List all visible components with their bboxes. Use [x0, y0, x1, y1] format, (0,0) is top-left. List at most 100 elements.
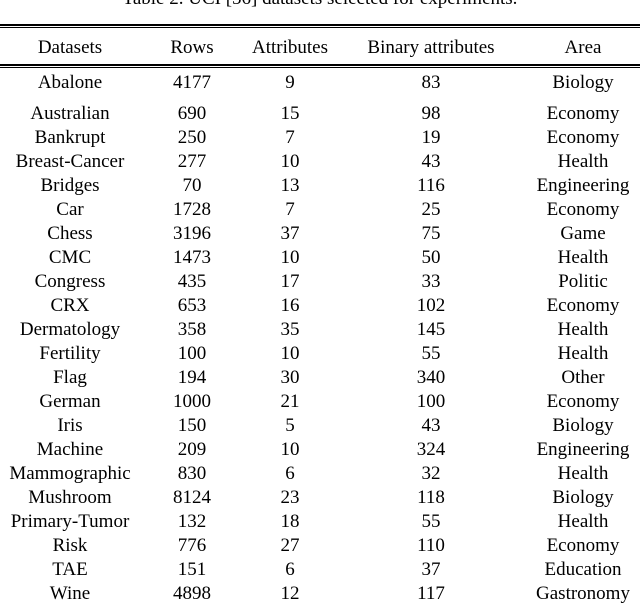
table-row: CRX 653 16 102 Economy — [0, 294, 640, 318]
table-row: German 1000 21 100 Economy — [0, 390, 640, 414]
cell-area: Biology — [552, 487, 614, 508]
table-page: Table 2. UCI [56] datasets selected for … — [0, 0, 640, 603]
cell-binary-attributes: 118 — [417, 487, 445, 508]
table-body: Abalone 4177 9 83 Biology Australian 690 15 98 Ec… — [0, 64, 640, 603]
cell-rows: 1000 — [173, 391, 211, 412]
table-row: Breast-Cancer 277 10 43 Health — [0, 150, 640, 174]
cell-dataset: Abalone — [37, 72, 103, 93]
cell-rows: 435 — [177, 271, 207, 292]
cell-rows: 150 — [177, 415, 207, 436]
table-row: Mushroom 8124 23 118 Biology — [0, 486, 640, 510]
cell-rows: 3196 — [173, 223, 211, 244]
cell-binary-attributes: 324 — [416, 439, 446, 460]
cell-attributes: 6 — [285, 463, 295, 484]
cell-binary-attributes: 43 — [421, 151, 441, 172]
column-header-binary-attributes: Binary attributes — [367, 37, 495, 58]
table-row: Risk 776 27 110 Economy — [0, 534, 640, 558]
table-row: Car 1728 7 25 Economy — [0, 198, 640, 222]
cell-dataset: Congress — [34, 271, 106, 292]
cell-area: Gastronomy — [536, 583, 630, 603]
table-row: TAE 151 6 37 Education — [0, 558, 640, 582]
table-header: Datasets Rows Attributes Binary attribut… — [0, 31, 640, 64]
cell-dataset: Mushroom — [28, 487, 112, 508]
cell-dataset: Mammographic — [9, 463, 131, 484]
column-header-area: Area — [564, 37, 602, 58]
table-row: Bankrupt 250 7 19 Economy — [0, 126, 640, 150]
cell-dataset: Chess — [47, 223, 93, 244]
cell-dataset: CMC — [48, 247, 92, 268]
table-row: Abalone 4177 9 83 Biology — [0, 64, 640, 102]
cell-dataset: Car — [56, 199, 84, 220]
cell-attributes: 10 — [280, 247, 300, 268]
cell-dataset: Fertility — [39, 343, 101, 364]
cell-binary-attributes: 55 — [421, 343, 441, 364]
cell-rows: 194 — [177, 367, 207, 388]
cell-area: Other — [561, 367, 605, 388]
cell-dataset: Primary-Tumor — [10, 511, 130, 532]
cell-attributes: 12 — [280, 583, 300, 603]
cell-rows: 776 — [177, 535, 207, 556]
table-header-row: Datasets Rows Attributes Binary attribut… — [0, 31, 640, 64]
cell-binary-attributes: 19 — [421, 127, 441, 148]
table-row: Chess 3196 37 75 Game — [0, 222, 640, 246]
cell-rows: 830 — [177, 463, 207, 484]
cell-attributes: 16 — [280, 295, 300, 316]
cell-attributes: 30 — [280, 367, 300, 388]
cell-dataset: Bankrupt — [34, 127, 106, 148]
cell-attributes: 7 — [285, 127, 295, 148]
cell-binary-attributes: 83 — [421, 72, 441, 93]
cell-rows: 151 — [177, 559, 207, 580]
cell-rows: 4898 — [173, 583, 211, 603]
cell-area: Economy — [546, 535, 620, 556]
cell-binary-attributes: 110 — [417, 535, 445, 556]
cell-area: Health — [557, 247, 609, 268]
cell-area: Health — [557, 463, 609, 484]
cell-area: Game — [560, 223, 606, 244]
table-caption: Table 2. UCI [56] datasets selected for … — [0, 0, 640, 11]
cell-dataset: CRX — [50, 295, 90, 316]
cell-area: Economy — [546, 127, 620, 148]
table-row: Flag 194 30 340 Other — [0, 366, 640, 390]
cell-rows: 70 — [182, 175, 202, 196]
table-row: CMC 1473 10 50 Health — [0, 246, 640, 270]
cell-attributes: 7 — [285, 199, 295, 220]
cell-attributes: 23 — [280, 487, 300, 508]
cell-attributes: 10 — [280, 343, 300, 364]
cell-attributes: 27 — [280, 535, 300, 556]
cell-rows: 4177 — [173, 72, 211, 93]
cell-binary-attributes: 145 — [416, 319, 446, 340]
cell-dataset: Australian — [30, 103, 110, 124]
table-row: Mammographic 830 6 32 Health — [0, 462, 640, 486]
cell-binary-attributes: 25 — [421, 199, 441, 220]
cell-rows: 653 — [177, 295, 207, 316]
cell-area: Economy — [546, 103, 620, 124]
cell-binary-attributes: 98 — [421, 103, 441, 124]
cell-dataset: Bridges — [40, 175, 100, 196]
cell-attributes: 37 — [280, 223, 300, 244]
cell-attributes: 9 — [285, 72, 295, 93]
cell-rows: 277 — [177, 151, 207, 172]
cell-attributes: 15 — [280, 103, 300, 124]
table-row: Wine 4898 12 117 Gastronomy — [0, 582, 640, 603]
table-row: Congress 435 17 33 Politic — [0, 270, 640, 294]
table-row: Dermatology 358 35 145 Health — [0, 318, 640, 342]
table-row: Australian 690 15 98 Economy — [0, 102, 640, 126]
column-header-rows: Rows — [170, 37, 214, 58]
cell-dataset: TAE — [52, 559, 88, 580]
cell-area: Health — [557, 319, 609, 340]
cell-attributes: 13 — [280, 175, 300, 196]
cell-dataset: Risk — [52, 535, 88, 556]
uci-datasets-table: Datasets Rows Attributes Binary attribut… — [0, 31, 640, 603]
cell-rows: 358 — [177, 319, 207, 340]
cell-dataset: Dermatology — [19, 319, 121, 340]
cell-attributes: 10 — [280, 439, 300, 460]
cell-dataset: Flag — [53, 367, 87, 388]
cell-area: Biology — [552, 415, 614, 436]
cell-attributes: 21 — [280, 391, 300, 412]
cell-binary-attributes: 102 — [416, 295, 446, 316]
cell-area: Economy — [546, 391, 620, 412]
cell-area: Economy — [546, 295, 620, 316]
cell-binary-attributes: 100 — [416, 391, 446, 412]
cell-rows: 1728 — [173, 199, 211, 220]
cell-rows: 8124 — [173, 487, 211, 508]
